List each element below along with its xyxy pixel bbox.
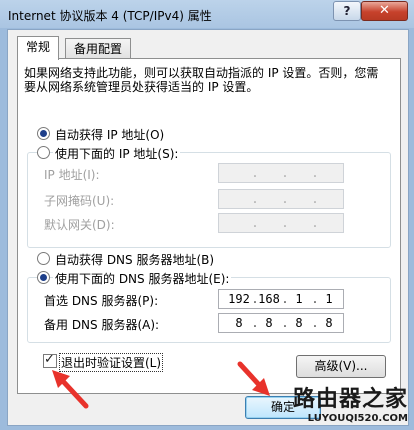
alternate-dns-label: 备用 DNS 服务器(A): (44, 318, 160, 332)
advanced-button[interactable]: 高级(V)... (296, 355, 386, 378)
watermark: 路由器之家 LUYOUQI520.COM (293, 381, 408, 424)
description-text: 如果网络支持此功能，则可以获取自动指派的 IP 设置。否则，您需要从网络系统管理… (24, 66, 379, 94)
window-title: Internet 协议版本 4 (TCP/IPv4) 属性 (8, 9, 212, 23)
manual-ip-label: 使用下面的 IP 地址(S): (53, 145, 181, 162)
default-gateway-input[interactable]: ... (218, 213, 344, 233)
auto-dns-label: 自动获得 DNS 服务器地址(B) (55, 253, 215, 267)
radio-manual-dns[interactable] (37, 271, 50, 284)
validate-checkbox[interactable]: ✓ (43, 352, 57, 368)
title-bar: Internet 协议版本 4 (TCP/IPv4) 属性 ? ✕ (0, 0, 414, 30)
help-button[interactable]: ? (333, 1, 361, 21)
manual-dns-label: 使用下面的 DNS 服务器地址(E): (53, 270, 232, 287)
radio-auto-ip[interactable] (37, 127, 50, 140)
dialog-window: 常规 备用配置 如果网络支持此功能，则可以获取自动指派的 IP 设置。否则，您需… (7, 29, 409, 426)
close-button[interactable]: ✕ (361, 1, 408, 21)
watermark-url: LUYOUQI520.COM (307, 413, 408, 424)
subnet-mask-label: 子网掩码(U): (44, 194, 115, 208)
default-gateway-label: 默认网关(D): (44, 218, 115, 232)
radio-manual-ip[interactable] (37, 146, 50, 159)
ip-address-input[interactable]: ... (218, 163, 344, 183)
preferred-dns-input[interactable]: 192 . 168 . 1 . 1 (218, 289, 344, 309)
watermark-name: 路由器之家 (292, 387, 408, 412)
ip-address-label: IP 地址(I): (44, 168, 100, 182)
preferred-dns-label: 首选 DNS 服务器(P): (44, 294, 159, 308)
radio-auto-dns[interactable] (37, 252, 50, 265)
red-arrow-icon (237, 361, 270, 396)
auto-ip-label: 自动获得 IP 地址(O) (55, 128, 165, 142)
subnet-mask-input[interactable]: ... (218, 189, 344, 209)
check-icon: ✓ (44, 352, 55, 367)
red-arrow-icon (52, 370, 89, 409)
tab-alternate-config[interactable]: 备用配置 (65, 38, 132, 59)
alternate-dns-input[interactable]: 8 . 8 . 8 . 8 (218, 313, 344, 333)
tab-general[interactable]: 常规 (17, 36, 60, 60)
